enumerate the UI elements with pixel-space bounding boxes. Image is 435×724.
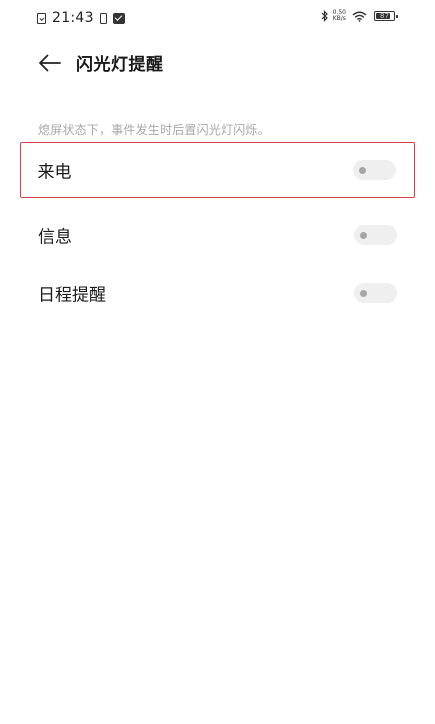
- setting-row-message[interactable]: 信息: [20, 207, 415, 263]
- toggle-knob: [360, 231, 367, 239]
- status-left: 21:43: [37, 10, 125, 26]
- setting-label: 来电: [37, 162, 72, 183]
- header: 闪光灯提醒: [0, 46, 435, 80]
- setting-row-incoming-call[interactable]: 来电: [20, 142, 415, 198]
- status-time: 21:43: [52, 10, 94, 26]
- setting-row-schedule-reminder[interactable]: 日程提醒: [20, 265, 415, 321]
- schedule-reminder-toggle[interactable]: [354, 283, 397, 303]
- bluetooth-icon: [321, 10, 329, 22]
- document-check-icon: [37, 12, 46, 24]
- page-description: 熄屏状态下，事件发生时后置闪光灯闪烁。: [38, 123, 270, 137]
- arrow-left-icon: [39, 54, 61, 72]
- message-toggle[interactable]: [354, 225, 397, 245]
- incoming-call-toggle[interactable]: [353, 160, 396, 180]
- battery-percent: 87: [380, 12, 389, 20]
- battery-icon: 87: [374, 11, 398, 21]
- status-bar: 21:43 0.50 KB/s 87: [0, 0, 435, 36]
- sim-card-icon: [99, 12, 107, 24]
- back-button[interactable]: [36, 52, 62, 74]
- wifi-icon: [352, 11, 367, 22]
- setting-label: 日程提醒: [38, 285, 106, 306]
- message-icon: [112, 12, 125, 24]
- network-speed-unit: KB/s: [332, 15, 346, 22]
- setting-label: 信息: [38, 227, 72, 248]
- network-speed: 0.50 KB/s: [333, 10, 346, 22]
- toggle-knob: [359, 166, 366, 174]
- toggle-knob: [360, 289, 367, 297]
- status-right: 0.50 KB/s 87: [321, 10, 398, 22]
- page-title: 闪光灯提醒: [76, 55, 164, 75]
